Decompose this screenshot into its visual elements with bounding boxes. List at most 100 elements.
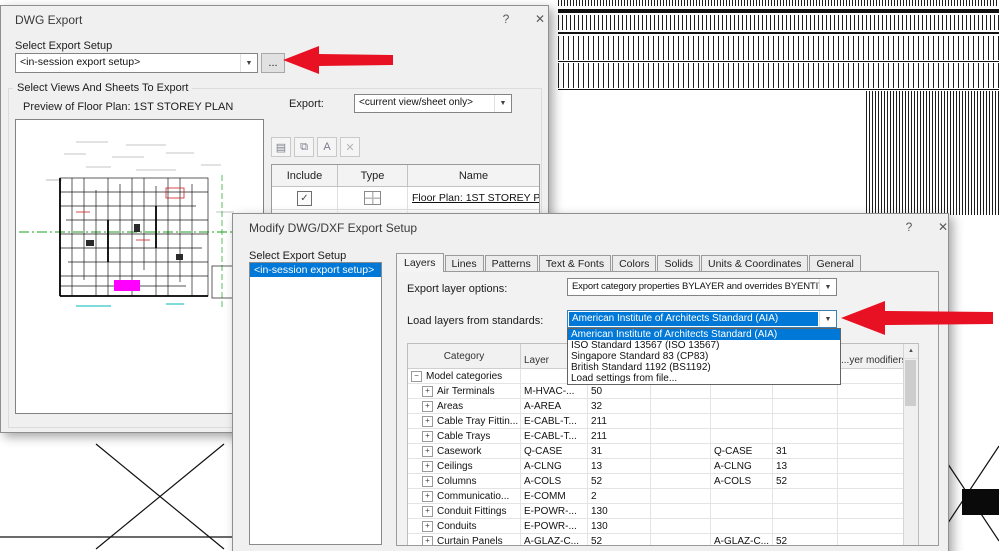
tab-layers[interactable]: Layers xyxy=(396,253,444,272)
export-setup-listbox[interactable]: <in-session export setup> xyxy=(249,262,382,545)
layers-table-cell: A-GLAZ-C... xyxy=(711,534,773,545)
setup-list-item[interactable]: <in-session export setup> xyxy=(250,263,381,277)
scrollbar-thumb[interactable] xyxy=(905,360,916,406)
include-column-header[interactable]: Include xyxy=(272,165,338,186)
chevron-down-icon[interactable]: ▼ xyxy=(819,311,836,327)
chevron-down-icon[interactable]: ▼ xyxy=(819,279,836,295)
category-cell: + Communicatio... xyxy=(408,489,521,503)
layers-table-cell: 13 xyxy=(588,459,651,473)
layers-table-row[interactable]: + Conduits E-POWR-... 130 xyxy=(408,519,918,534)
layers-table-row[interactable]: + Curtain Panels A-GLAZ-C... 52 A-GLAZ-C... 5… xyxy=(408,534,918,545)
tab-colors[interactable]: Colors xyxy=(612,255,657,272)
layers-table-cell xyxy=(838,489,906,503)
expand-icon[interactable]: + xyxy=(422,535,433,545)
dropdown-option[interactable]: Singapore Standard 83 (CP83) xyxy=(568,351,840,362)
layers-table-row[interactable]: + Air Terminals M-HVAC-... 50 xyxy=(408,384,918,399)
cad-solid-block xyxy=(962,489,999,515)
include-checkbox[interactable]: ✓ xyxy=(297,190,312,206)
expand-icon[interactable]: + xyxy=(422,520,433,532)
dropdown-option[interactable]: ISO Standard 13567 (ISO 13567) xyxy=(568,340,840,351)
layer-options-combobox[interactable]: Export category properties BYLAYER and o… xyxy=(567,278,837,296)
layers-table-cell xyxy=(651,444,711,458)
expand-icon[interactable]: + xyxy=(422,445,433,457)
layers-table-row[interactable]: + Conduit Fittings E-POWR-... 130 xyxy=(408,504,918,519)
tab-patterns[interactable]: Patterns xyxy=(484,255,538,272)
layers-table-cell: 52 xyxy=(588,474,651,488)
select-export-setup-label: Select Export Setup xyxy=(249,250,347,262)
layers-table-row[interactable]: + Ceilings A-CLNG 13 A-CLNG 13 xyxy=(408,459,918,474)
duplicate-set-icon[interactable]: ⧉ xyxy=(294,137,314,157)
standards-dropdown-list[interactable]: American Institute of Architects Standar… xyxy=(567,328,841,385)
vertical-scrollbar[interactable]: ▲ xyxy=(903,344,918,545)
layers-table-cell xyxy=(838,429,906,443)
export-range-combobox[interactable]: <current view/sheet only> ▼ xyxy=(354,94,512,113)
expand-icon[interactable]: + xyxy=(422,490,433,502)
tab-lines[interactable]: Lines xyxy=(444,255,484,272)
layers-table-cell xyxy=(773,519,838,533)
category-label: Cable Trays xyxy=(437,430,491,442)
layers-table-cell xyxy=(711,384,773,398)
browse-setup-button[interactable]: ... xyxy=(261,53,285,73)
dialog-title: DWG Export xyxy=(15,12,83,27)
layers-table-cell: 130 xyxy=(588,504,651,518)
close-icon[interactable]: ✕ xyxy=(930,220,956,234)
tab-text-fonts[interactable]: Text & Fonts xyxy=(538,255,612,272)
new-set-icon[interactable]: ▤ xyxy=(271,137,291,157)
export-label: Export: xyxy=(289,98,324,110)
layers-table-cell: A-CLNG xyxy=(711,459,773,473)
dropdown-option[interactable]: American Institute of Architects Standar… xyxy=(568,329,840,340)
layers-table-row[interactable]: + Casework Q-CASE 31 Q-CASE 31 xyxy=(408,444,918,459)
layers-table-cell: 211 xyxy=(588,429,651,443)
view-name[interactable]: Floor Plan: 1ST STOREY PLAN xyxy=(408,192,539,204)
layers-table-cell: E-COMM xyxy=(521,489,588,503)
chevron-down-icon[interactable]: ▼ xyxy=(494,95,511,112)
standards-combobox[interactable]: American Institute of Architects Standar… xyxy=(567,310,837,328)
layers-table-row[interactable]: + Cable Tray Fittin... E-CABL-T... 211 xyxy=(408,414,918,429)
expand-icon[interactable]: + xyxy=(422,385,433,397)
modify-dialog-titlebar[interactable]: Modify DWG/DXF Export Setup ? ✕ xyxy=(233,214,948,241)
expand-icon[interactable]: + xyxy=(422,505,433,517)
chevron-down-icon[interactable]: ▼ xyxy=(240,54,257,72)
layers-table-cell: 52 xyxy=(588,534,651,545)
tab-solids[interactable]: Solids xyxy=(657,255,701,272)
category-cell: + Curtain Panels xyxy=(408,534,521,545)
rename-set-icon[interactable]: A xyxy=(317,137,337,157)
expand-icon[interactable]: + xyxy=(422,400,433,412)
help-icon[interactable]: ? xyxy=(493,12,519,26)
layers-table-row[interactable]: + Cable Trays E-CABL-T... 211 xyxy=(408,429,918,444)
close-icon[interactable]: ✕ xyxy=(527,12,553,26)
layers-header-cell: Category xyxy=(408,344,521,368)
dropdown-option[interactable]: Load settings from file... xyxy=(568,373,840,384)
layers-table-cell xyxy=(651,399,711,413)
layers-table-cell xyxy=(711,414,773,428)
layers-table-row[interactable]: + Communicatio... E-COMM 2 xyxy=(408,489,918,504)
delete-set-icon[interactable]: ✕ xyxy=(340,137,360,157)
views-table-row[interactable]: ✓ Floor Plan: 1ST STOREY PLAN xyxy=(272,187,539,210)
name-column-header[interactable]: Name xyxy=(408,165,539,186)
layer-options-value: Export category properties BYLAYER and o… xyxy=(572,281,819,292)
help-icon[interactable]: ? xyxy=(896,220,922,234)
expand-icon[interactable]: + xyxy=(422,415,433,427)
dwg-export-titlebar[interactable]: DWG Export ? ✕ xyxy=(1,6,548,33)
category-label: Conduit Fittings xyxy=(437,505,507,517)
dropdown-option[interactable]: British Standard 1192 (BS1192) xyxy=(568,362,840,373)
tab-units-coordinates[interactable]: Units & Coordinates xyxy=(701,255,809,272)
scroll-up-icon[interactable]: ▲ xyxy=(904,344,918,359)
expand-icon[interactable]: + xyxy=(422,460,433,472)
category-cell: + Conduit Fittings xyxy=(408,504,521,518)
layers-table-row[interactable]: + Columns A-COLS 52 A-COLS 52 xyxy=(408,474,918,489)
layers-table-row[interactable]: + Areas A-AREA 32 xyxy=(408,399,918,414)
expand-icon[interactable]: + xyxy=(422,430,433,442)
layers-table-cell: A-AREA xyxy=(521,399,588,413)
category-cell: − Model categories xyxy=(408,369,521,383)
collapse-icon[interactable]: − xyxy=(411,370,422,382)
type-column-header[interactable]: Type xyxy=(338,165,408,186)
layers-table-cell xyxy=(711,399,773,413)
category-label: Ceilings xyxy=(437,460,473,472)
tab-general[interactable]: General xyxy=(809,255,861,272)
expand-icon[interactable]: + xyxy=(422,475,433,487)
layers-table-cell xyxy=(773,414,838,428)
export-setup-combobox[interactable]: <in-session export setup> ▼ xyxy=(15,53,258,73)
dialog-title: Modify DWG/DXF Export Setup xyxy=(249,220,418,235)
category-cell: + Casework xyxy=(408,444,521,458)
